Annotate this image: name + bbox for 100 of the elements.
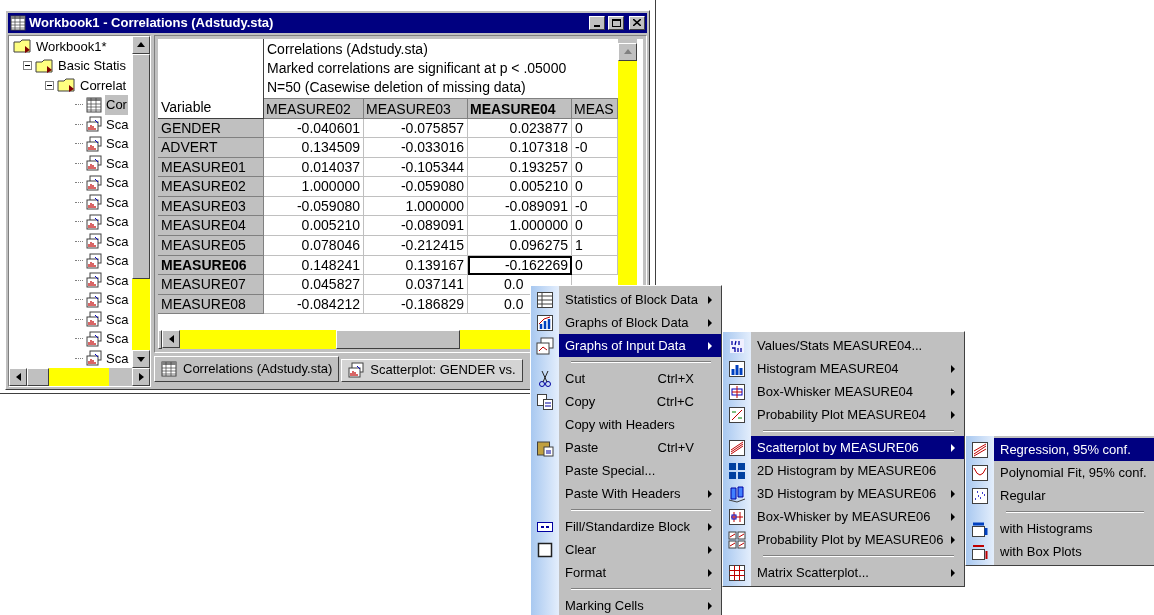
chart-document-icon — [86, 135, 102, 152]
scroll-thumb[interactable] — [132, 53, 150, 279]
row-header[interactable]: MEASURE07 — [158, 275, 264, 295]
menu-item[interactable]: Polynomial Fit, 95% conf. — [966, 461, 1154, 484]
tree-item[interactable]: Sca — [105, 290, 130, 310]
table-cell: -0.105344 — [364, 157, 468, 178]
submenu-arrow-icon — [951, 489, 956, 498]
menu-item[interactable]: Clear — [531, 538, 721, 561]
menu-item[interactable]: Format — [531, 561, 721, 584]
column-header[interactable]: MEASURE04 — [468, 98, 572, 119]
row-header[interactable]: MEASURE01 — [158, 157, 264, 178]
menu-item[interactable]: Values/Stats MEASURE04... — [723, 334, 964, 357]
table-cell: 0.045827 — [264, 275, 364, 295]
app-icon — [10, 14, 26, 31]
menu-item[interactable]: Copy with Headers — [531, 413, 721, 436]
collapse-toggle-icon[interactable] — [23, 61, 32, 71]
menu-item[interactable]: Marking Cells — [531, 594, 721, 615]
table-cell: -0.059080 — [364, 177, 468, 197]
scroll-arrow-button[interactable] — [132, 35, 150, 54]
scroll-thumb[interactable] — [27, 368, 49, 386]
probability-grid-icon — [728, 530, 746, 549]
scroll-arrow-button[interactable] — [132, 350, 150, 368]
tree-item[interactable]: Basic Statis — [58, 56, 126, 76]
3d-histogram-icon — [728, 484, 746, 503]
table-cell: 1.000000 — [468, 216, 572, 237]
chart-document-icon — [86, 272, 102, 289]
chart-document-icon — [86, 330, 102, 347]
tree-item[interactable]: Sca — [105, 173, 130, 193]
close-icon — [633, 19, 641, 27]
column-header[interactable]: MEASURE03 — [364, 98, 468, 119]
row-header[interactable]: ADVERT — [158, 138, 264, 158]
vertical-scrollbar[interactable] — [132, 35, 150, 368]
submenu-arrow-icon — [708, 601, 713, 610]
tree-item[interactable]: Sca — [105, 212, 130, 232]
chart-document-icon — [86, 350, 102, 367]
row-header[interactable]: MEASURE03 — [158, 196, 264, 217]
menu-item[interactable]: Paste Special... — [531, 459, 721, 482]
scroll-arrow-button[interactable] — [162, 329, 180, 348]
menu-item[interactable]: with Box Plots — [966, 540, 1154, 563]
menu-item[interactable]: Copy Ctrl+C — [531, 390, 721, 413]
table-cell: 0.148241 — [264, 255, 364, 276]
scroll-arrow-button[interactable] — [132, 368, 150, 386]
tree-item[interactable]: Sca — [105, 231, 130, 251]
collapse-toggle-icon[interactable] — [45, 80, 54, 90]
close-button[interactable] — [629, 15, 645, 30]
tree-item[interactable]: Sca — [105, 270, 130, 290]
chart-document-icon — [86, 311, 102, 328]
tree-item[interactable]: Sca — [105, 134, 130, 154]
probability-plot-icon — [728, 405, 746, 424]
menu-item[interactable]: Box-Whisker MEASURE04 — [723, 380, 964, 403]
tree-item[interactable]: Sca — [105, 309, 130, 329]
menu-item[interactable]: Probability Plot by MEASURE06 — [723, 528, 964, 551]
scatterplot-icon — [971, 486, 989, 505]
tree-item[interactable]: Correlat — [80, 75, 127, 95]
row-header[interactable]: MEASURE05 — [158, 236, 264, 256]
curve-fit-icon — [971, 463, 989, 482]
row-header[interactable]: MEASURE04 — [158, 216, 264, 237]
scroll-arrow-button[interactable] — [9, 368, 27, 386]
row-header[interactable]: MEASURE06 — [158, 255, 264, 276]
menu-item[interactable]: Box-Whisker by MEASURE06 — [723, 505, 964, 528]
scroll-thumb[interactable] — [336, 329, 460, 349]
sheet-title-line: Correlations (Adstudy.sta) — [267, 39, 429, 59]
row-header[interactable]: GENDER — [158, 118, 264, 139]
tree-item[interactable]: Cor — [105, 95, 128, 115]
row-header[interactable]: MEASURE02 — [158, 177, 264, 197]
menu-item[interactable]: Matrix Scatterplot... — [723, 561, 964, 584]
minimize-button[interactable] — [589, 15, 605, 30]
menu-item[interactable]: 3D Histogram by MEASURE06 — [723, 482, 964, 505]
table-cell: -0.089091 — [468, 196, 572, 217]
maximize-button[interactable] — [608, 15, 624, 30]
sheet-tab[interactable]: Scatterplot: GENDER vs. — [341, 358, 523, 382]
scatterplot-icon — [728, 438, 746, 457]
sheet-tab[interactable]: Correlations (Adstudy.sta) — [154, 355, 340, 382]
table-cell: 0.037141 — [364, 275, 468, 295]
menu-item[interactable]: Cut Ctrl+X — [531, 367, 721, 390]
column-header[interactable]: MEAS — [572, 98, 618, 119]
tree-item[interactable]: Workbook1* — [36, 36, 107, 56]
table-cell: 0.096275 — [468, 236, 572, 256]
table-cell: -0.089091 — [364, 216, 468, 237]
menu-item[interactable]: with Histograms — [966, 517, 1154, 540]
horizontal-scrollbar[interactable] — [9, 368, 150, 386]
menu-item[interactable]: 2D Histogram by MEASURE06 — [723, 459, 964, 482]
tree-item[interactable]: Sca — [105, 251, 130, 271]
menu-item[interactable]: Paste Ctrl+V — [531, 436, 721, 459]
scatter-boxplot-icon — [971, 542, 989, 561]
tree-item[interactable]: Sca — [105, 348, 130, 368]
tree-item[interactable]: Sca — [105, 329, 130, 349]
tree-item[interactable]: Sca — [105, 192, 130, 212]
menu-item[interactable]: Fill/Standardize Block — [531, 515, 721, 538]
column-header[interactable]: MEASURE02 — [264, 98, 364, 119]
menu-item[interactable]: Regular — [966, 484, 1154, 507]
table-cell: -0.059080 — [264, 196, 364, 217]
row-header[interactable]: MEASURE08 — [158, 294, 264, 315]
tree-item[interactable]: Sca — [105, 153, 130, 173]
tree-item[interactable]: Sca — [105, 114, 130, 134]
menu-item[interactable]: Histogram MEASURE04 — [723, 357, 964, 380]
table-cell: 0.005210 — [468, 177, 572, 197]
menu-item[interactable]: Paste With Headers — [531, 482, 721, 505]
table-cell: -0.033016 — [364, 138, 468, 158]
menu-item[interactable]: Probability Plot MEASURE04 — [723, 403, 964, 426]
